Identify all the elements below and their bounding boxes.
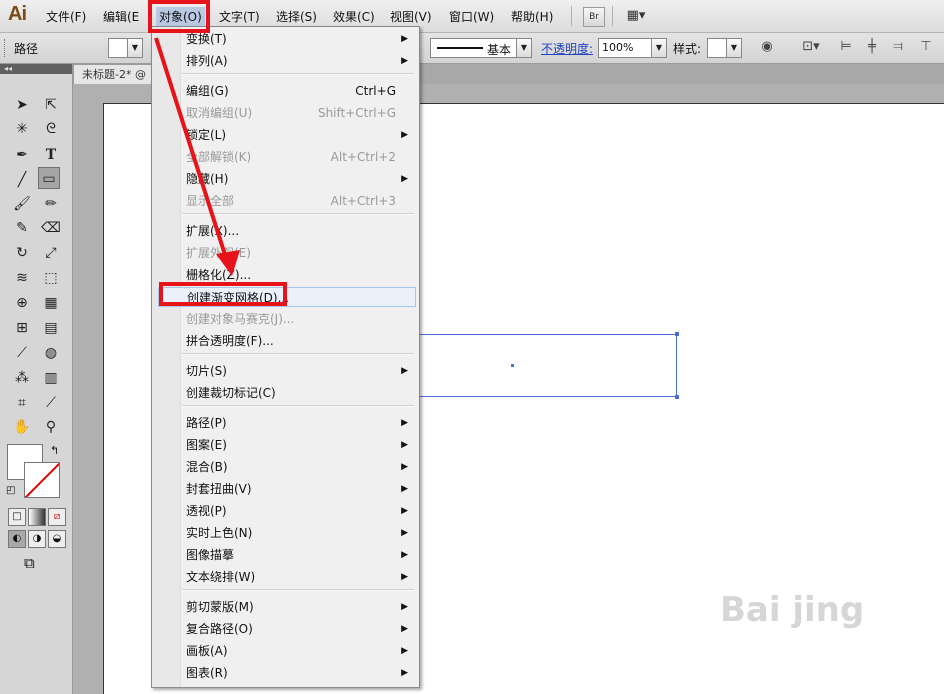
arrow-head — [216, 250, 240, 276]
annotation-arrow — [154, 37, 240, 276]
arrow-shaft — [154, 37, 228, 259]
